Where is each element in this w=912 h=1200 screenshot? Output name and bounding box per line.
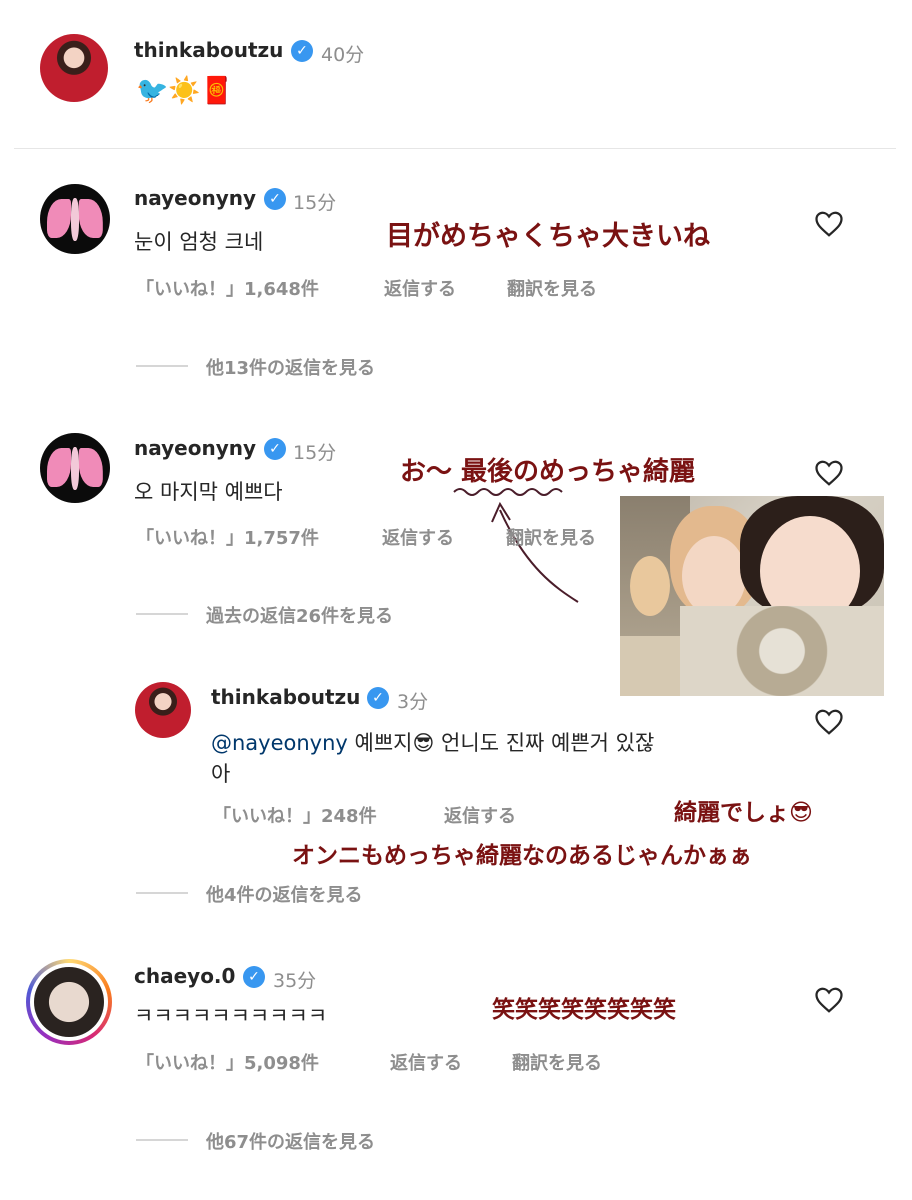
reply-time: 3分 (397, 691, 429, 713)
annotation: 綺麗でしょ😎 (674, 800, 813, 826)
reply-avatar[interactable] (135, 682, 191, 738)
heart-outline-icon[interactable] (814, 708, 844, 736)
view-replies-line (136, 613, 188, 615)
verified-badge-icon: ✓ (264, 438, 286, 460)
comment-avatar[interactable] (34, 967, 104, 1037)
comment-avatar[interactable] (40, 184, 110, 254)
post-time: 40分 (321, 44, 365, 66)
comment-avatar[interactable] (40, 433, 110, 503)
post-caption: 🐦☀️🧧 (136, 76, 234, 106)
reply-username[interactable]: thinkaboutzu (211, 685, 360, 709)
comment-username[interactable]: nayeonyny (134, 186, 256, 210)
post-username[interactable]: thinkaboutzu (134, 38, 283, 62)
view-replies-button[interactable]: 過去の返信26件を見る (206, 602, 393, 628)
comment-time: 15分 (293, 442, 337, 464)
verified-badge-icon: ✓ (367, 687, 389, 709)
translate-button[interactable]: 翻訳を見る (512, 1049, 602, 1075)
translate-button[interactable]: 翻訳を見る (506, 524, 596, 550)
like-count[interactable]: 「いいね！」5,098件 (136, 1049, 319, 1075)
like-count[interactable]: 「いいね！」1,757件 (136, 524, 319, 550)
annotation-arrow (491, 501, 579, 603)
reply-button[interactable]: 返信する (444, 802, 516, 828)
divider (14, 148, 896, 149)
reply-text-line2: 아 (211, 762, 231, 786)
view-replies-button[interactable]: 他13件の返信を見る (206, 354, 375, 380)
mention-link[interactable]: @nayeonyny (211, 731, 348, 755)
like-count[interactable]: 「いいね！」1,648件 (136, 275, 319, 301)
annotation: オンニもめっちゃ綺麗なのあるじゃんかぁぁ (292, 843, 752, 869)
verified-badge-icon: ✓ (291, 40, 313, 62)
comment-text: 오 마지막 예쁘다 (134, 480, 283, 504)
reply-text: @nayeonyny 예쁘지😎 언니도 진짜 예쁜거 있잖 (211, 727, 654, 757)
story-ring[interactable] (26, 959, 112, 1045)
post-avatar[interactable] (40, 34, 108, 102)
heart-outline-icon[interactable] (814, 986, 844, 1014)
view-replies-line (136, 1139, 188, 1141)
reply-button[interactable]: 返信する (384, 275, 456, 301)
reply-text-line1: 예쁘지😎 언니도 진짜 예쁜거 있잖 (347, 731, 655, 755)
view-replies-line (136, 365, 188, 367)
inset-photo (620, 496, 884, 696)
verified-badge-icon: ✓ (243, 966, 265, 988)
comment-time: 15分 (293, 192, 337, 214)
heart-outline-icon[interactable] (814, 210, 844, 238)
annotation: 笑笑笑笑笑笑笑笑 (492, 997, 676, 1023)
reply-button[interactable]: 返信する (390, 1049, 462, 1075)
annotation: お〜 最後のめっちゃ綺麗 (400, 457, 696, 487)
comment-text: ㅋㅋㅋㅋㅋㅋㅋㅋㅋㅋ (134, 1004, 328, 1028)
heart-outline-icon[interactable] (814, 459, 844, 487)
view-replies-line (136, 892, 188, 894)
comment-time: 35分 (273, 970, 317, 992)
comment-username[interactable]: nayeonyny (134, 436, 256, 460)
comment-text: 눈이 엄청 크네 (134, 230, 264, 254)
view-replies-button[interactable]: 他67件の返信を見る (206, 1128, 375, 1154)
verified-badge-icon: ✓ (264, 188, 286, 210)
view-replies-button[interactable]: 他4件の返信を見る (206, 881, 363, 907)
reply-button[interactable]: 返信する (382, 524, 454, 550)
annotation: 目がめちゃくちゃ大きいね (386, 221, 710, 252)
comment-username[interactable]: chaeyo.0 (134, 964, 235, 988)
translate-button[interactable]: 翻訳を見る (507, 275, 597, 301)
like-count[interactable]: 「いいね！」248件 (213, 802, 377, 828)
